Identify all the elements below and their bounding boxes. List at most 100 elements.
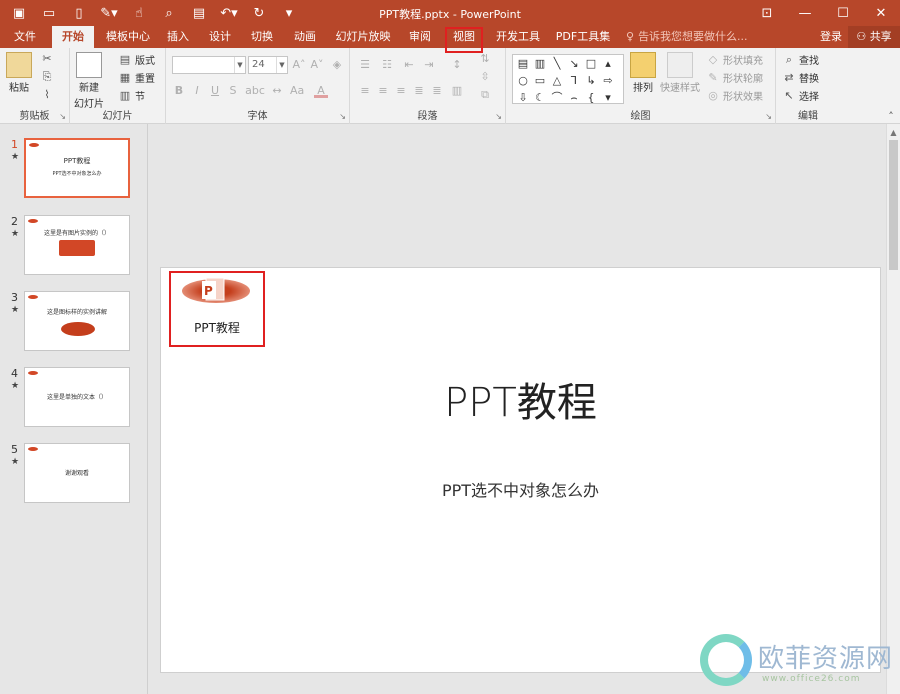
format-painter-button[interactable]: ⌇ [40,88,54,102]
clear-format-button[interactable]: ◈ [330,58,344,72]
share-button[interactable]: ⚇ 共享 [848,26,900,48]
thumbnail-slide-3[interactable]: 3 ★ 这是图标样的实例讲解 [0,291,148,361]
tab-home[interactable]: 开始 [52,26,94,48]
slide-subtitle[interactable]: PPT选不中对象怎么办 [160,477,881,501]
tab-file[interactable]: 文件 [6,26,44,48]
slide-canvas[interactable] [160,267,881,673]
login-link[interactable]: 登录 [820,26,842,48]
tab-design[interactable]: 设计 [202,26,238,48]
tab-animations[interactable]: 动画 [287,26,323,48]
bold-button[interactable]: B [172,84,186,98]
more-shapes-icon[interactable]: ▾ [600,90,616,106]
vertical-textbox-shape-icon[interactable]: ▥ [532,56,548,72]
quick-styles-button[interactable]: 快速样式 [660,52,700,94]
reset-button[interactable]: ▦ 重置 [118,70,155,86]
increase-indent-button[interactable]: ⇥ [422,58,436,72]
thumbnail-slide-2[interactable]: 2 ★ 这里是有图片实例的（） [0,215,148,285]
shape-fill-button[interactable]: ◇ 形状填充 [706,52,763,68]
cut-button[interactable]: ✂ [40,52,54,66]
elbow-arrow-shape-icon[interactable]: ↳ [583,73,599,89]
replace-button[interactable]: ⇄ 替换 [782,70,819,86]
present-icon[interactable]: ▤ [186,3,212,23]
scrollbar-thumb[interactable] [889,140,898,270]
columns-button[interactable]: ▥ [450,84,464,98]
triangle-shape-icon[interactable]: △ [549,73,565,89]
arc-shape-icon[interactable]: ⌢ [566,90,582,106]
shape-effects-button[interactable]: ◎ 形状效果 [706,88,763,104]
thumbnail-slide-1[interactable]: 1 ★ PPT教程 PPT选不中对象怎么办 [0,138,148,208]
paste-button[interactable]: 粘贴 [6,52,32,94]
logo-selection-highlight[interactable]: P PPT教程 [169,271,265,347]
touch-icon[interactable]: ☝ [126,3,152,23]
shrink-font-button[interactable]: A˅ [310,58,324,72]
copy-button[interactable]: ⎘ [40,70,54,84]
justify-button[interactable]: ≣ [412,84,426,98]
section-button[interactable]: ▥ 节 [118,88,145,104]
vertical-scrollbar[interactable]: ▲ [886,124,900,694]
collapse-ribbon-button[interactable]: ˄ [884,110,898,124]
oval-shape-icon[interactable]: ○ [515,73,531,89]
undo-icon[interactable]: ↶▾ [216,3,242,23]
slide-title[interactable]: PPT教程 [160,370,881,428]
paragraph-launcher-icon[interactable]: ↘ [495,112,502,121]
font-color-button[interactable]: A [314,84,328,98]
tab-transitions[interactable]: 切换 [244,26,280,48]
shapes-gallery[interactable]: ▤ ▥ ╲ ↘ □ ▴ ○ ▭ △ ⅂ ↳ ⇨ ⇩ ☾ ⌒ ⌢ { ▾ [512,54,624,104]
align-center-button[interactable]: ≡ [376,84,390,98]
shadow-button[interactable]: S [226,84,240,98]
change-case-button[interactable]: Aa [290,84,304,98]
textbox-shape-icon[interactable]: ▤ [515,56,531,72]
tab-slideshow[interactable]: 幻灯片放映 [332,26,394,48]
tab-pdf-tools[interactable]: PDF工具集 [552,26,614,48]
preview-icon[interactable]: ⌕ [156,3,182,23]
elbow-connector-shape-icon[interactable]: ⅂ [566,73,582,89]
spacing-button[interactable]: ↔ [270,84,284,98]
arrow-line-shape-icon[interactable]: ↘ [566,56,582,72]
font-launcher-icon[interactable]: ↘ [339,112,346,121]
font-size-box[interactable]: 24 ▼ [248,56,288,74]
open-icon[interactable]: ▭ [36,3,62,23]
drawing-launcher-icon[interactable]: ↘ [765,112,772,121]
new-icon[interactable]: ▯ [66,3,92,23]
tab-insert[interactable]: 插入 [160,26,196,48]
close-icon[interactable]: ✕ [862,0,900,26]
thumbnail-slide-4[interactable]: 4 ★ 这里是单独的文本（） [0,367,148,437]
scroll-up-icon[interactable]: ▴ [600,56,616,72]
align-right-button[interactable]: ≡ [394,84,408,98]
tab-review[interactable]: 审阅 [402,26,438,48]
text-direction-button[interactable]: ⇅ [478,52,492,66]
align-left-button[interactable]: ≡ [358,84,372,98]
save-icon[interactable]: ▣ [6,3,32,23]
numbering-button[interactable]: ☷ [380,58,394,72]
down-arrow-shape-icon[interactable]: ⇩ [515,90,531,106]
clipboard-launcher-icon[interactable]: ↘ [59,112,66,121]
distributed-button[interactable]: ≣ [430,84,444,98]
tab-developer[interactable]: 开发工具 [490,26,546,48]
layout-button[interactable]: ▤ 版式 [118,52,155,68]
find-button[interactable]: ⌕ 查找 [782,52,819,68]
strikethrough-button[interactable]: abc [244,84,266,98]
rounded-rect-shape-icon[interactable]: ▭ [532,73,548,89]
tell-me-box[interactable]: ♀ 告诉我您想要做什么... [626,26,748,48]
minimize-icon[interactable]: — [786,0,824,26]
tab-template-center[interactable]: 模板中心 [100,26,156,48]
italic-button[interactable]: I [190,84,204,98]
align-text-button[interactable]: ⇳ [478,70,492,84]
restore-ribbon-icon[interactable]: ⊡ [748,0,786,26]
bullets-button[interactable]: ☰ [358,58,372,72]
rectangle-shape-icon[interactable]: □ [583,56,599,72]
thumbnail-slide-5[interactable]: 5 ★ 谢谢观看 [0,443,148,513]
redo-icon[interactable]: ↻ [246,3,272,23]
customize-icon[interactable]: ▾ [276,3,302,23]
maximize-icon[interactable]: ☐ [824,0,862,26]
right-arrow-shape-icon[interactable]: ⇨ [600,73,616,89]
tools-icon[interactable]: ✎▾ [96,3,122,23]
decrease-indent-button[interactable]: ⇤ [402,58,416,72]
line-shape-icon[interactable]: ╲ [549,56,565,72]
curve-shape-icon[interactable]: ⌒ [549,90,565,106]
font-name-box[interactable]: ▼ [172,56,246,74]
underline-button[interactable]: U [208,84,222,98]
shape-outline-button[interactable]: ✎ 形状轮廓 [706,70,763,86]
grow-font-button[interactable]: A˄ [292,58,306,72]
arrange-button[interactable]: 排列 [630,52,656,94]
